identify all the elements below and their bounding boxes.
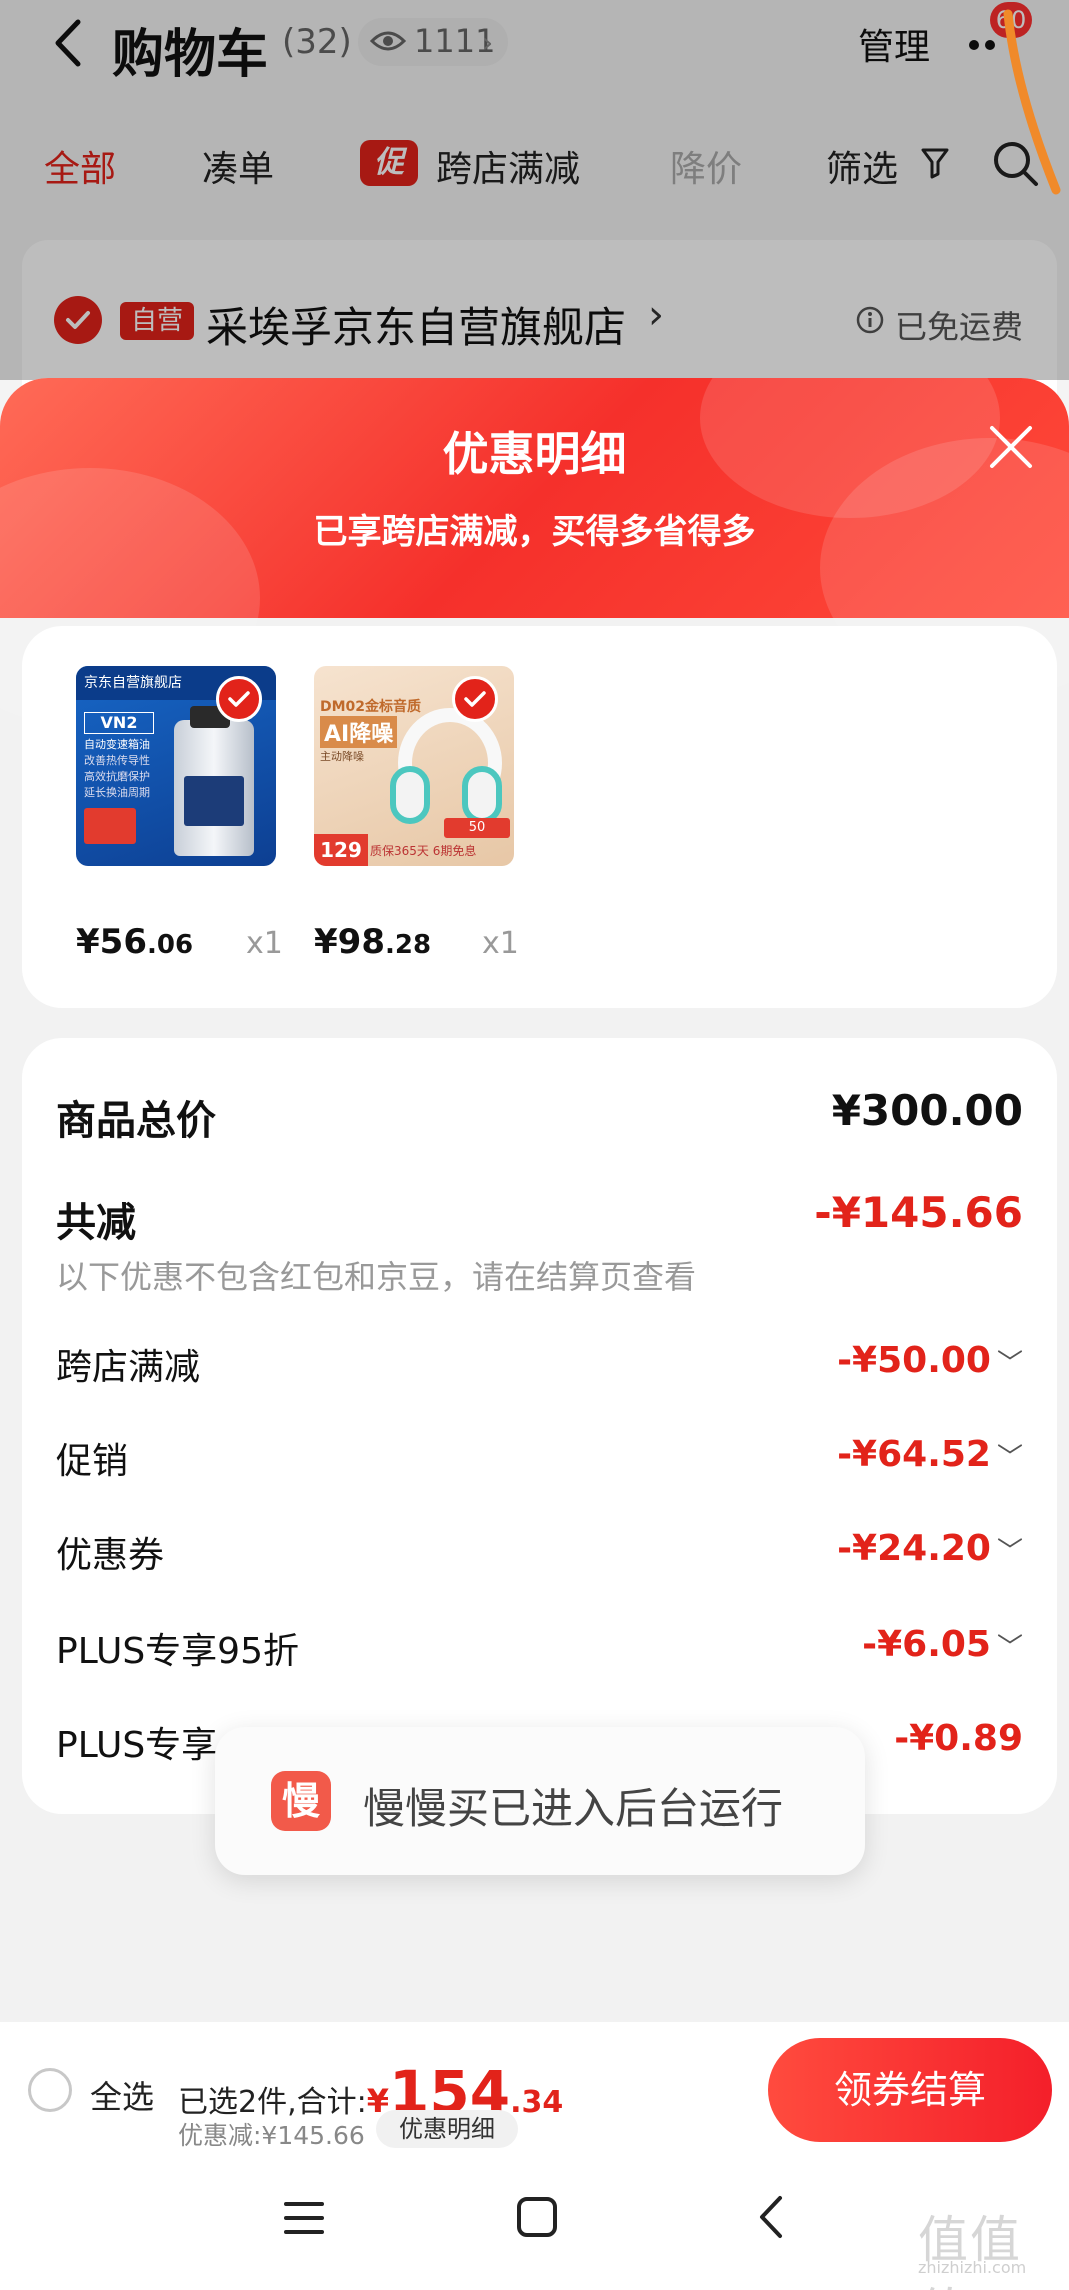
checkout-bar: 全选 已选2件,合计:¥154.34 优惠减:¥145.66 优惠明细 领券结算	[0, 2022, 1069, 2158]
product-price: ¥56.06	[76, 922, 194, 962]
product-qty: x1	[482, 926, 519, 961]
back-nav-icon[interactable]	[756, 2194, 786, 2244]
chevron-down-icon: ﹀	[996, 1349, 1023, 1379]
chevron-down-icon: ﹀	[996, 1537, 1023, 1567]
sheet-subtitle: 已享跨店满减，买得多省得多	[313, 512, 756, 552]
discount-row-value[interactable]: -¥6.05 ﹀	[862, 1624, 1023, 1665]
product-check-icon[interactable]	[216, 676, 262, 722]
discount-row-value[interactable]: -¥50.00 ﹀	[837, 1340, 1023, 1381]
discount-row-label: 跨店满减	[56, 1347, 201, 1388]
product-price: ¥98.28	[314, 922, 432, 962]
sheet-title: 优惠明细	[442, 427, 627, 481]
sheet-header: 优惠明细 已享跨店满减，买得多省得多	[0, 378, 1069, 728]
total-price-label: 商品总价	[56, 1098, 216, 1144]
app-icon: 慢	[271, 1771, 331, 1831]
total-reduce-label: 共减	[56, 1200, 136, 1246]
summary-card: 商品总价 ¥300.00 共减 -¥145.66 以下优惠不包含红包和京豆，请在…	[22, 1038, 1057, 1814]
discount-note: 以下优惠不包含红包和京豆，请在结算页查看	[56, 1258, 697, 1296]
checkout-button[interactable]: 领券结算	[768, 2038, 1052, 2142]
select-all-radio[interactable]	[28, 2068, 72, 2112]
discount-row-label: 优惠券	[56, 1535, 165, 1576]
products-card: 京东自营旗舰店 VN2 自动变速箱油 改善热传导性 高效抗磨保护 延长换油周期 …	[22, 626, 1057, 1008]
toast: 慢 慢慢买已进入后台运行	[215, 1727, 865, 1875]
watermark-url: zhizhizhi.com	[918, 2258, 1027, 2277]
toast-message: 慢慢买已进入后台运行	[363, 1784, 784, 1833]
discount-amount: 优惠减:¥145.66	[178, 2121, 365, 2150]
discount-row-value[interactable]: -¥24.20 ﹀	[837, 1528, 1023, 1569]
menu-icon[interactable]	[284, 2200, 324, 2240]
chevron-down-icon: ﹀	[996, 1633, 1023, 1663]
discount-row-label: PLUS专享	[56, 1725, 218, 1766]
discount-row-label: PLUS专享95折	[56, 1631, 299, 1672]
total-price-value: ¥300.00	[831, 1086, 1023, 1135]
product-check-icon[interactable]	[452, 676, 498, 722]
discount-detail-button[interactable]: 优惠明细	[376, 2110, 518, 2148]
home-icon[interactable]	[516, 2196, 558, 2242]
total-reduce-value: -¥145.66	[814, 1188, 1023, 1237]
discount-row-value[interactable]: -¥0.89	[894, 1718, 1023, 1759]
chevron-down-icon: ﹀	[996, 1443, 1023, 1473]
annotation-stroke	[1003, 9, 1061, 195]
product-brand: 京东自营旗舰店	[84, 675, 182, 691]
discount-row-label: 促销	[56, 1441, 129, 1482]
discount-row-value[interactable]: -¥64.52 ﹀	[837, 1434, 1023, 1475]
system-nav-bar	[0, 2158, 1069, 2290]
product-qty: x1	[246, 926, 283, 961]
select-all-label[interactable]: 全选	[90, 2072, 154, 2118]
close-icon[interactable]	[986, 422, 1036, 472]
modal-overlay[interactable]	[0, 0, 1069, 380]
